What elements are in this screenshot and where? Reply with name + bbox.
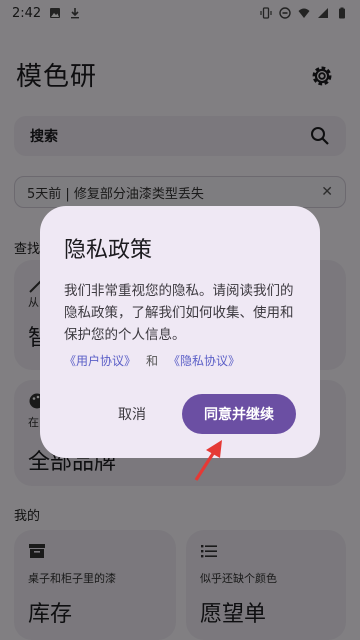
annotation-arrow-icon bbox=[194, 440, 222, 481]
